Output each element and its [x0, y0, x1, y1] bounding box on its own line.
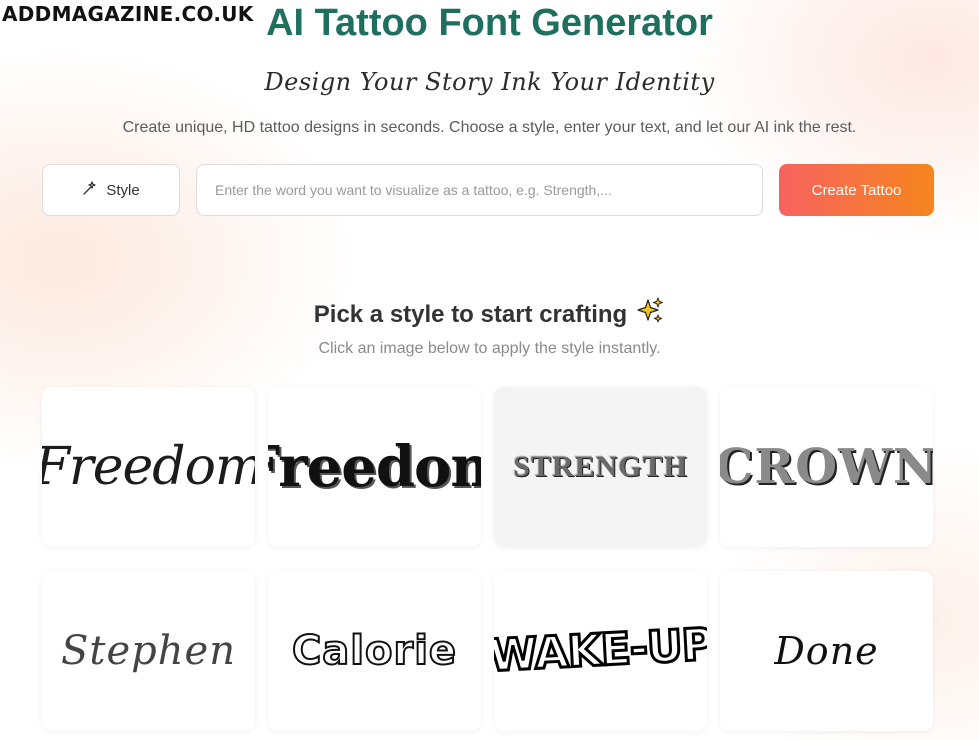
style-preview-text: Done — [774, 629, 879, 673]
style-preview-text: Freedom — [268, 434, 481, 500]
style-preview-text: Calorie — [291, 628, 458, 674]
page-description: Create unique, HD tattoo designs in seco… — [122, 119, 857, 136]
style-card-crown[interactable]: CROWN — [720, 387, 933, 547]
style-button-label: Style — [106, 181, 140, 199]
style-preview-text: Freedom — [42, 437, 255, 497]
style-card-signature[interactable]: Done — [720, 571, 933, 731]
page-title: AI Tattoo Font Generator — [266, 2, 713, 44]
style-card-outline-graffiti[interactable]: Calorie — [268, 571, 481, 731]
style-preview-text: Stephen — [61, 628, 236, 674]
style-card-graffiti[interactable]: WAKE-UP — [494, 571, 707, 731]
gallery-title-text: Pick a style to start crafting — [313, 300, 628, 328]
style-preview-text: STRENGTH — [513, 450, 688, 483]
style-button[interactable]: Style — [42, 164, 180, 216]
style-card-thin-script[interactable]: Stephen — [42, 571, 255, 731]
style-preview-text: CROWN — [720, 439, 933, 495]
sparkles-icon — [635, 296, 665, 333]
style-card-script[interactable]: Freedom — [42, 387, 255, 547]
page-tagline: Design Your Story Ink Your Identity — [264, 68, 715, 96]
style-preview-text: WAKE-UP — [494, 618, 707, 684]
magic-wand-icon — [82, 180, 98, 200]
tattoo-word-input[interactable] — [196, 164, 763, 216]
gallery-subtitle: Click an image below to apply the style … — [318, 340, 661, 357]
create-tattoo-button[interactable]: Create Tattoo — [779, 164, 934, 216]
style-card-gothic[interactable]: Freedom — [268, 387, 481, 547]
gallery-title: Pick a style to start crafting — [0, 296, 979, 333]
style-card-engraved[interactable]: STRENGTH — [494, 387, 707, 547]
